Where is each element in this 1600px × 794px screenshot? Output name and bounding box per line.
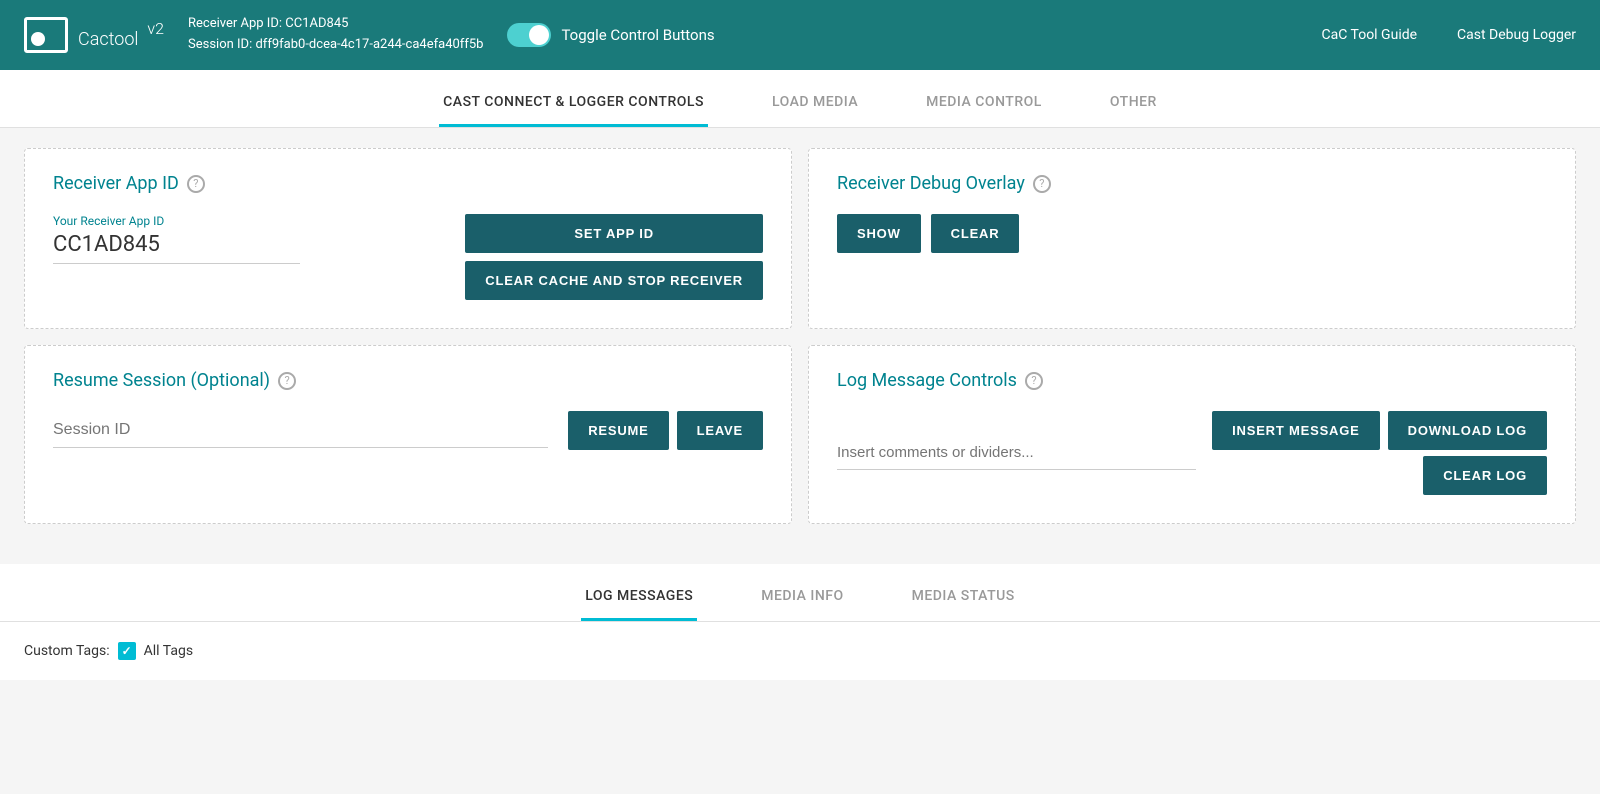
receiver-field-label: Your Receiver App ID [53,214,465,228]
log-message-help-icon[interactable]: ? [1025,372,1043,390]
toggle-control[interactable]: Toggle Control Buttons [507,23,714,47]
tab-other[interactable]: OTHER [1106,80,1161,127]
receiver-app-id-help-icon[interactable]: ? [187,175,205,193]
receiver-app-id-card: Receiver App ID ? Your Receiver App ID C… [24,148,792,329]
clear-overlay-button[interactable]: CLEAR [931,214,1020,253]
log-buttons: INSERT MESSAGE DOWNLOAD LOG CLEAR LOG [1212,411,1547,495]
receiver-debug-card: Receiver Debug Overlay ? SHOW CLEAR [808,148,1576,329]
all-tags-label: All Tags [144,643,193,659]
receiver-left: Your Receiver App ID CC1AD845 [53,214,465,280]
log-buttons-bottom-row: CLEAR LOG [1423,456,1547,495]
tab-media-control[interactable]: MEDIA CONTROL [922,80,1046,127]
logo: Cactool v2 [24,17,164,53]
session-id-display: Session ID: dff9fab0-dcea-4c17-a244-ca4e… [188,35,483,56]
tab-log-messages[interactable]: LOG MESSAGES [581,574,697,621]
resume-session-title: Resume Session (Optional) ? [53,370,763,391]
toggle-label: Toggle Control Buttons [561,26,714,44]
logo-text: Cactool v2 [78,19,164,52]
clear-log-button[interactable]: CLEAR LOG [1423,456,1547,495]
log-layout: INSERT MESSAGE DOWNLOAD LOG CLEAR LOG [837,411,1547,495]
receiver-right: SET APP ID CLEAR CACHE AND STOP RECEIVER [465,214,763,300]
header: Cactool v2 Receiver App ID: CC1AD845 Ses… [0,0,1600,70]
header-info: Receiver App ID: CC1AD845 Session ID: df… [188,14,483,56]
resume-session-help-icon[interactable]: ? [278,372,296,390]
cast-icon [24,17,68,53]
receiver-debug-title: Receiver Debug Overlay ? [837,173,1547,194]
log-buttons-top-row: INSERT MESSAGE DOWNLOAD LOG [1212,411,1547,450]
receiver-debug-help-icon[interactable]: ? [1033,175,1051,193]
custom-tags-row: Custom Tags: All Tags [0,622,1600,680]
set-app-id-button[interactable]: SET APP ID [465,214,763,253]
log-message-card: Log Message Controls ? INSERT MESSAGE DO… [808,345,1576,524]
insert-message-button[interactable]: INSERT MESSAGE [1212,411,1380,450]
receiver-field-value: CC1AD845 [53,232,300,264]
header-nav: CaC Tool Guide Cast Debug Logger [1322,27,1577,43]
card-grid: Receiver App ID ? Your Receiver App ID C… [24,148,1576,524]
show-overlay-button[interactable]: SHOW [837,214,921,253]
main-content: Receiver App ID ? Your Receiver App ID C… [0,128,1600,544]
toggle-switch[interactable] [507,23,551,47]
all-tags-checkbox[interactable] [118,642,136,660]
log-message-title: Log Message Controls ? [837,370,1547,391]
session-layout: RESUME LEAVE [53,411,763,450]
log-comment-input[interactable] [837,436,1196,470]
tab-media-info[interactable]: MEDIA INFO [757,574,847,621]
bottom-tabs: LOG MESSAGES MEDIA INFO MEDIA STATUS [0,564,1600,622]
tab-cast-connect[interactable]: CAST CONNECT & LOGGER CONTROLS [439,80,708,127]
tab-load-media[interactable]: LOAD MEDIA [768,80,862,127]
clear-cache-button[interactable]: CLEAR CACHE AND STOP RECEIVER [465,261,763,300]
session-id-input[interactable] [53,413,548,448]
download-log-button[interactable]: DOWNLOAD LOG [1388,411,1547,450]
nav-debug-link[interactable]: Cast Debug Logger [1457,27,1576,43]
receiver-app-id-title: Receiver App ID ? [53,173,763,194]
main-tabs: CAST CONNECT & LOGGER CONTROLS LOAD MEDI… [0,70,1600,128]
receiver-app-id-display: Receiver App ID: CC1AD845 [188,14,483,35]
debug-buttons: SHOW CLEAR [837,214,1547,253]
receiver-layout: Your Receiver App ID CC1AD845 SET APP ID… [53,214,763,300]
custom-tags-label: Custom Tags: [24,643,110,659]
resume-session-card: Resume Session (Optional) ? RESUME LEAVE [24,345,792,524]
session-buttons: RESUME LEAVE [568,411,763,450]
resume-button[interactable]: RESUME [568,411,668,450]
nav-guide-link[interactable]: CaC Tool Guide [1322,27,1418,43]
leave-button[interactable]: LEAVE [677,411,763,450]
tab-media-status[interactable]: MEDIA STATUS [908,574,1019,621]
